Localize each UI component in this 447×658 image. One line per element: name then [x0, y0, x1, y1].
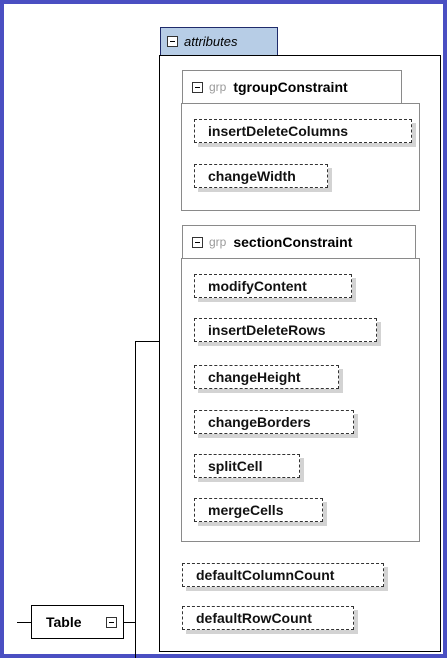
attribute-item[interactable]: defaultColumnCount — [182, 563, 384, 587]
collapse-icon[interactable] — [106, 617, 117, 628]
collapse-icon[interactable] — [192, 81, 203, 93]
group-tab-tgroupconstraint[interactable]: grp tgroupConstraint — [182, 70, 402, 103]
connector-line — [135, 341, 136, 658]
group-name: tgroupConstraint — [233, 79, 348, 95]
group-name: sectionConstraint — [233, 234, 353, 250]
attribute-item[interactable]: modifyContent — [194, 274, 352, 298]
connector-line — [135, 341, 160, 342]
element-name: Table — [46, 614, 82, 630]
group-tab-sectionconstraint[interactable]: grp sectionConstraint — [182, 225, 416, 258]
connector-line — [17, 622, 32, 623]
connector-line — [123, 622, 136, 623]
attribute-item[interactable]: changeHeight — [194, 365, 339, 389]
attributes-tab[interactable]: attributes — [160, 27, 278, 55]
collapse-icon[interactable] — [192, 236, 203, 248]
attribute-item[interactable]: defaultRowCount — [182, 606, 354, 630]
attribute-item[interactable]: insertDeleteRows — [194, 318, 377, 342]
attributes-label: attributes — [184, 34, 238, 49]
attribute-item[interactable]: splitCell — [194, 454, 300, 478]
attribute-item[interactable]: changeWidth — [194, 164, 328, 188]
grp-keyword: grp — [209, 235, 227, 249]
attribute-item[interactable]: mergeCells — [194, 498, 323, 522]
grp-keyword: grp — [209, 80, 227, 94]
collapse-icon[interactable] — [167, 36, 178, 47]
element-node-table[interactable]: Table — [31, 605, 124, 639]
attribute-item[interactable]: changeBorders — [194, 410, 354, 434]
attribute-item[interactable]: insertDeleteColumns — [194, 119, 412, 143]
